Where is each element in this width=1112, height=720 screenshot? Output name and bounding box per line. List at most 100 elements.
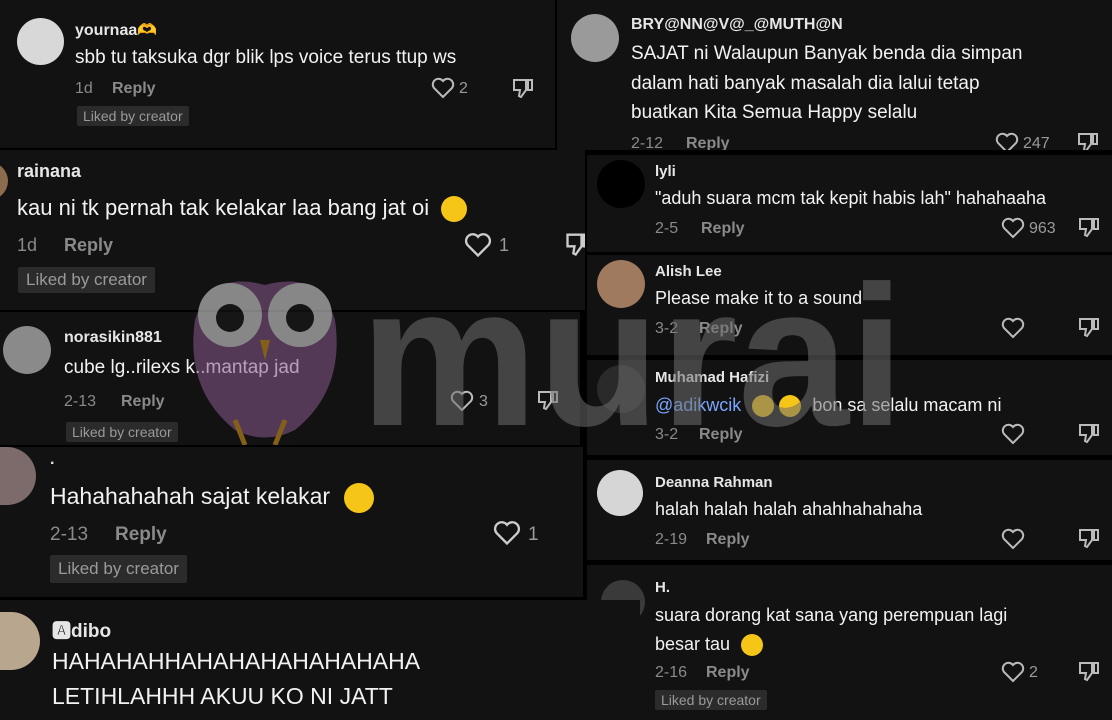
comment-date: 2-16 (655, 664, 688, 681)
heart-icon[interactable] (450, 390, 474, 412)
comment-card: Muhamad Hafizi @adikwcik bon sa selalu m… (587, 360, 1112, 455)
dislike-icon[interactable] (1077, 422, 1101, 444)
comment-card: Deanna Rahman halah halah halah ahahhaha… (587, 460, 1112, 560)
comment-text-body: Hahahahahah sajat kelakar (50, 483, 331, 510)
comment-text: sbb tu taksuka dgr blik lps voice terus … (75, 47, 457, 68)
comment-card: H. suara dorang kat sana yang perempuan … (587, 565, 1112, 720)
avatar[interactable] (597, 160, 645, 208)
avatar[interactable] (597, 260, 645, 308)
like-count: 1 (499, 235, 510, 255)
comment-date: 2-19 (655, 531, 688, 548)
username[interactable]: norasikin881 (64, 329, 162, 347)
reply-button[interactable]: Reply (121, 393, 165, 411)
comment-card: 🅰dibo HAHAHAHHAHAHAHAHAHAHAHA LETIHLAHHH… (0, 600, 640, 720)
comment-date: 1d (17, 235, 38, 255)
username[interactable]: Alish Lee (655, 263, 722, 280)
avatar[interactable] (0, 612, 40, 670)
comment-text: "aduh suara mcm tak kepit habis lah" hah… (655, 188, 1047, 208)
comment-text-line: SAJAT ni Walaupun Banyak benda dia simpa… (631, 43, 1023, 64)
comment-text: besar tau (655, 634, 764, 657)
liked-by-creator-badge: Liked by creator (50, 555, 187, 583)
username[interactable]: . (50, 451, 54, 469)
username[interactable]: yournaa🫶 (75, 20, 157, 40)
comment-date: 2-12 (631, 135, 664, 150)
comment-card: norasikin881 cube lg..rilexs k..mantap j… (0, 312, 580, 445)
comment-card: Alish Lee Please make it to a sound 3-2 … (587, 255, 1112, 355)
comment-date: 2-13 (50, 524, 89, 545)
avatar[interactable] (597, 365, 645, 413)
heart-icon[interactable] (1001, 661, 1025, 683)
avatar[interactable] (0, 447, 36, 505)
comment-text: halah halah halah ahahhahahaha (655, 499, 923, 519)
comment-text-body: bon sa selalu macam ni (812, 395, 1002, 415)
reply-button[interactable]: Reply (701, 220, 745, 238)
username[interactable]: 🅰dibo (52, 616, 111, 643)
dislike-icon[interactable] (1077, 660, 1101, 682)
heart-icon[interactable] (1001, 317, 1025, 339)
dislike-icon[interactable] (1077, 316, 1101, 338)
comment-text-body: kau ni tk pernah tak kelakar laa bang ja… (17, 195, 430, 220)
heart-icon[interactable] (493, 520, 521, 546)
heart-icon[interactable] (1001, 528, 1025, 550)
liked-by-creator-badge: Liked by creator (18, 267, 155, 293)
reply-button[interactable]: Reply (115, 524, 167, 546)
mention-link[interactable]: @adikwcik (655, 395, 741, 415)
like-count: 963 (1029, 220, 1056, 237)
heart-icon[interactable] (1001, 423, 1025, 445)
comment-text: Please make it to a sound (655, 288, 863, 308)
comment-date: 3-2 (655, 426, 679, 443)
avatar[interactable] (0, 162, 8, 200)
reply-button[interactable]: Reply (706, 664, 750, 682)
dislike-icon[interactable] (1077, 216, 1101, 238)
emoji-icon (344, 483, 375, 513)
emoji-icon (441, 196, 468, 223)
dislike-icon[interactable] (511, 77, 535, 99)
comment-card: lyli "aduh suara mcm tak kepit habis lah… (587, 155, 1112, 252)
like-count: 247 (1023, 135, 1050, 150)
dislike-icon[interactable] (1076, 131, 1100, 150)
comment-text-line: buatkan Kita Semua Happy selalu (631, 102, 918, 123)
avatar[interactable] (597, 470, 643, 516)
like-count: 2 (1029, 664, 1038, 681)
username[interactable]: Muhamad Hafizi (655, 369, 769, 386)
reply-button[interactable]: Reply (686, 135, 730, 150)
comment-date: 2-13 (64, 393, 97, 410)
heart-icon[interactable] (1001, 217, 1025, 239)
comment-text-line: suara dorang kat sana yang perempuan lag… (655, 605, 1008, 625)
comment-date: 3-2 (655, 320, 679, 337)
avatar[interactable] (17, 18, 64, 65)
avatar[interactable] (571, 14, 619, 62)
username[interactable]: lyli (655, 163, 676, 180)
emoji-icon (741, 634, 764, 657)
comment-date: 1d (75, 80, 93, 97)
like-count: 3 (479, 393, 488, 410)
liked-by-creator-badge: Liked by creator (66, 422, 178, 442)
comment-text-line: dalam hati banyak masalah dia lalui teta… (631, 73, 980, 94)
reply-button[interactable]: Reply (706, 531, 750, 549)
like-count: 2 (459, 80, 468, 97)
username[interactable]: H. (655, 579, 670, 596)
reply-button[interactable]: Reply (112, 80, 156, 98)
comment-text: kau ni tk pernah tak kelakar laa bang ja… (17, 195, 468, 223)
comment-date: 2-5 (655, 220, 679, 237)
comment-text-line: HAHAHAHHAHAHAHAHAHAHAHA (52, 648, 421, 674)
username[interactable]: BRY@NN@V@_@MUTH@N (631, 16, 843, 34)
username[interactable]: Deanna Rahman (655, 474, 773, 491)
comment-text-line: besar tau (655, 634, 731, 654)
emoji-icon (779, 395, 802, 418)
heart-icon[interactable] (431, 77, 455, 99)
comment-text: cube lg..rilexs k..mantap jad (64, 357, 300, 378)
dislike-icon[interactable] (536, 389, 560, 411)
heart-icon[interactable] (464, 232, 492, 258)
username[interactable]: rainana (17, 161, 81, 182)
like-count: 1 (528, 524, 539, 545)
comment-text: @adikwcik bon sa selalu macam ni (655, 395, 1002, 418)
reply-button[interactable]: Reply (699, 426, 743, 444)
comment-text-line: LETIHLAHHH AKUU KO NI JATT (52, 683, 393, 709)
avatar[interactable] (3, 326, 51, 374)
reply-button[interactable]: Reply (64, 235, 113, 256)
reply-button[interactable]: Reply (699, 320, 743, 338)
dislike-icon[interactable] (564, 231, 585, 257)
dislike-icon[interactable] (1077, 527, 1101, 549)
heart-icon[interactable] (995, 132, 1019, 150)
